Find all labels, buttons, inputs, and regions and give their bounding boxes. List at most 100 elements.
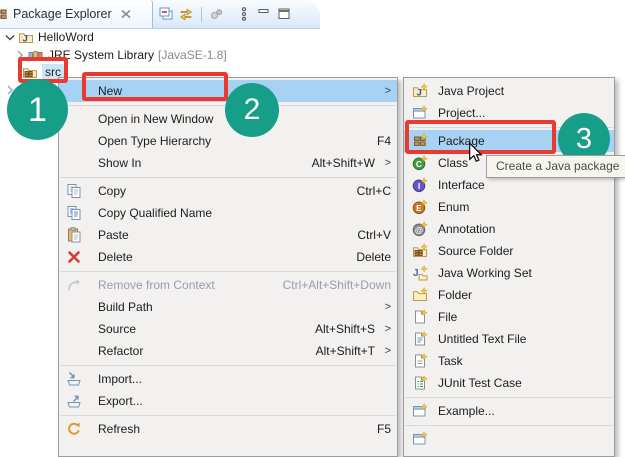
- menu-item-label: Untitled Text File: [438, 332, 526, 346]
- focus-on-active-task-icon: [209, 6, 225, 22]
- icon-spacer: [66, 343, 82, 359]
- menu-item-export[interactable]: Export...: [59, 390, 397, 412]
- import-icon: [66, 371, 82, 387]
- menu-item-label: Example...: [438, 404, 495, 418]
- menu-item-label: Copy: [98, 184, 126, 198]
- menu-item-label: Project...: [438, 106, 485, 120]
- menu-item-shortcut: Ctrl+V: [343, 228, 391, 242]
- refresh-icon: [66, 421, 82, 437]
- close-icon[interactable]: [118, 6, 134, 22]
- submenu-item-java-project[interactable]: J Java Project: [404, 80, 614, 102]
- tree-item-label: HelloWord: [38, 30, 94, 44]
- paste-icon: [66, 227, 82, 243]
- submenu-item-untitled-text-file[interactable]: Untitled Text File: [404, 328, 614, 350]
- icon-spacer: [66, 133, 82, 149]
- tree-item-helloword[interactable]: J HelloWord: [0, 28, 94, 46]
- menu-item-label: Java Project: [438, 84, 504, 98]
- step-circle-1: 1: [7, 79, 68, 140]
- menu-item-import[interactable]: Import...: [59, 368, 397, 390]
- chevron-expanded-icon[interactable]: [2, 29, 18, 45]
- task-wizard-icon: [412, 353, 428, 369]
- java-project-icon: J: [18, 29, 34, 45]
- menu-item-build-path[interactable]: Build Path>: [59, 296, 397, 318]
- view-menu-button[interactable]: [234, 4, 254, 24]
- svg-text:@: @: [415, 225, 423, 235]
- menu-item-copy-qualified-name[interactable]: Copy Qualified Name: [59, 202, 397, 224]
- menu-item-label: Java Working Set: [438, 266, 532, 280]
- source-folder-wizard-icon: [412, 243, 428, 259]
- menu-item-label: Interface: [438, 178, 485, 192]
- folder-wizard-icon: [412, 287, 428, 303]
- file-wizard-icon: [412, 309, 428, 325]
- minimize-button[interactable]: [254, 4, 274, 24]
- callout-box-new: [82, 72, 228, 101]
- export-icon: [66, 393, 82, 409]
- submenu-item-example[interactable]: Example...: [404, 400, 614, 422]
- menu-item-refresh[interactable]: RefreshF5: [59, 418, 397, 440]
- collapse-all-icon: [158, 6, 174, 22]
- icon-spacer: [66, 321, 82, 337]
- menu-item-remove-from-context[interactable]: Remove from Context Ctrl+Alt+Shift+Down: [59, 274, 397, 296]
- submenu-item-junit-test-case[interactable]: JUnit Test Case: [404, 372, 614, 394]
- copy-icon: [66, 183, 82, 199]
- menu-item-label: Folder: [438, 288, 472, 302]
- menu-item-label: Task: [438, 354, 463, 368]
- submenu-arrow-icon: >: [381, 323, 391, 335]
- menu-item-label: Paste: [98, 228, 129, 242]
- icon-spacer: [66, 111, 82, 127]
- link-with-editor-button[interactable]: [176, 4, 196, 24]
- svg-text:J: J: [413, 268, 419, 279]
- menu-item-label: Remove from Context: [98, 278, 215, 292]
- mouse-cursor: [468, 142, 483, 164]
- menu-item-shortcut: Ctrl+C: [343, 184, 391, 198]
- tooltip: Create a Java package: [486, 155, 625, 178]
- svg-text:J: J: [23, 34, 28, 45]
- menu-item-label: Show In: [98, 156, 141, 170]
- menu-item-delete[interactable]: DeleteDelete: [59, 246, 397, 268]
- focus-on-active-task-button[interactable]: [207, 4, 227, 24]
- submenu-item-java-working-set[interactable]: J Java Working Set: [404, 262, 614, 284]
- tab-label: Package Explorer: [13, 7, 112, 21]
- icon-spacer: [66, 299, 82, 315]
- icon-spacer: [66, 83, 82, 99]
- svg-text:I: I: [418, 181, 420, 191]
- menu-item-label: Source Folder: [438, 244, 513, 258]
- step-circle-2: 2: [225, 83, 279, 137]
- submenu-item-item[interactable]: [404, 428, 614, 450]
- submenu-item-file[interactable]: File: [404, 306, 614, 328]
- menu-item-label: Build Path: [98, 300, 153, 314]
- menu-item-paste[interactable]: Paste Ctrl+V: [59, 224, 397, 246]
- project-wizard-icon: [412, 105, 428, 121]
- icon-spacer: [66, 155, 82, 171]
- submenu-item-annotation[interactable]: @Annotation: [404, 218, 614, 240]
- submenu-item-folder[interactable]: Folder: [404, 284, 614, 306]
- submenu-item-task[interactable]: Task: [404, 350, 614, 372]
- svg-text:E: E: [416, 203, 422, 213]
- menu-item-label: Open Type Hierarchy: [98, 134, 211, 148]
- collapse-all-button[interactable]: [156, 4, 176, 24]
- tab-package-explorer[interactable]: Package Explorer: [0, 0, 153, 28]
- menu-item-shortcut: Ctrl+Alt+Shift+Down: [269, 278, 391, 292]
- context-menu: New>Open in New WindowOpen Type Hierarch…: [58, 77, 398, 457]
- menu-item-label: Import...: [98, 372, 142, 386]
- submenu-item-enum[interactable]: EEnum: [404, 196, 614, 218]
- menu-item-source[interactable]: SourceAlt+Shift+S>: [59, 318, 397, 340]
- other-wizard-icon: [412, 431, 428, 447]
- submenu-arrow-icon: >: [381, 85, 391, 97]
- submenu-item-source-folder[interactable]: Source Folder: [404, 240, 614, 262]
- maximize-icon: [276, 6, 292, 22]
- menu-item-open-type-hierarchy[interactable]: Open Type HierarchyF4: [59, 130, 397, 152]
- tree-item-suffix: [JavaSE-1.8]: [158, 48, 227, 62]
- maximize-button[interactable]: [274, 4, 294, 24]
- annotation-wizard-icon: @: [412, 221, 428, 237]
- menu-item-refactor[interactable]: RefactorAlt+Shift+T>: [59, 340, 397, 362]
- remove-context-icon: [66, 277, 82, 293]
- svg-text:J: J: [417, 88, 422, 99]
- menu-item-copy[interactable]: Copy Ctrl+C: [59, 180, 397, 202]
- menu-item-label: Copy Qualified Name: [98, 206, 212, 220]
- menu-item-label: Export...: [98, 394, 143, 408]
- view-toolbar: [156, 4, 294, 24]
- menu-item-show-in[interactable]: Show InAlt+Shift+W>: [59, 152, 397, 174]
- menu-item-shortcut: Alt+Shift+W: [298, 156, 375, 170]
- minimize-icon: [256, 6, 272, 22]
